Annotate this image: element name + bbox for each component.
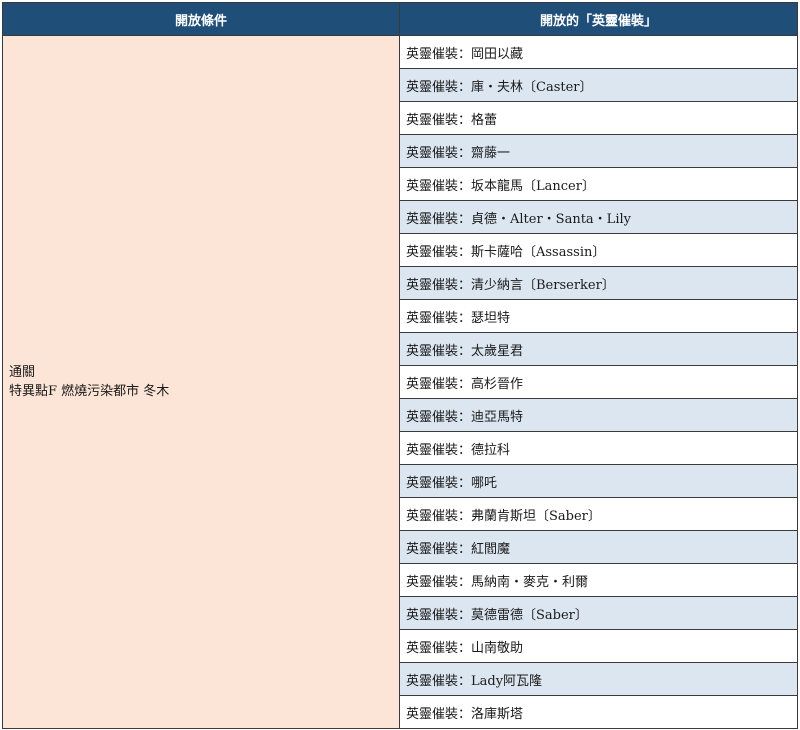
- condition-line-1: 通關: [9, 365, 36, 380]
- craft-cell: 英靈催裝：莫德雷德〔Saber〕: [399, 596, 798, 630]
- craft-cell: 英靈催裝：紅閻魔: [399, 530, 798, 564]
- craft-cell: 英靈催裝：庫・夫林〔Caster〕: [399, 68, 798, 102]
- craft-cell: 英靈催裝：哪吒: [399, 464, 798, 498]
- craft-cell: 英靈催裝：貞德・Alter・Santa・Lily: [399, 200, 798, 234]
- table-row: 通關 特異點F 燃燒污染都市 冬木 英靈催裝：岡田以藏: [2, 35, 798, 729]
- craft-cell: 英靈催裝：山南敬助: [399, 629, 798, 663]
- craft-cell: 英靈催裝：瑟坦特: [399, 299, 798, 333]
- craft-cell: 英靈催裝：太歲星君: [399, 332, 798, 366]
- craft-cell: 英靈催裝：馬納南・麥克・利爾: [399, 563, 798, 597]
- header-condition: 開放條件: [2, 2, 400, 36]
- craft-cell: 英靈催裝：德拉科: [399, 431, 798, 465]
- craft-cell: 英靈催裝：洛庫斯塔: [399, 695, 798, 729]
- craft-cell: 英靈催裝：高杉晉作: [399, 365, 798, 399]
- unlock-table-container: 開放條件 開放的「英靈催裝」 通關 特異點F 燃燒污染都市 冬木 英靈催裝：岡田…: [2, 2, 798, 729]
- craft-cell: 英靈催裝：岡田以藏: [399, 35, 798, 69]
- condition-line-2: 特異點F 燃燒污染都市 冬木: [9, 384, 170, 399]
- craft-cell: 英靈催裝：坂本龍馬〔Lancer〕: [399, 167, 798, 201]
- craft-cell: 英靈催裝：清少納言〔Berserker〕: [399, 266, 798, 300]
- craft-cell: 英靈催裝：Lady阿瓦隆: [399, 662, 798, 696]
- table-header-row: 開放條件 開放的「英靈催裝」: [2, 2, 798, 36]
- unlock-table: 開放條件 開放的「英靈催裝」 通關 特異點F 燃燒污染都市 冬木 英靈催裝：岡田…: [2, 2, 798, 729]
- craft-cell: 英靈催裝：斯卡薩哈〔Assassin〕: [399, 233, 798, 267]
- craft-cell: 英靈催裝：齋藤一: [399, 134, 798, 168]
- header-unlocked: 開放的「英靈催裝」: [399, 2, 798, 36]
- craft-cell: 英靈催裝：迪亞馬特: [399, 398, 798, 432]
- craft-cell: 英靈催裝：弗蘭肯斯坦〔Saber〕: [399, 497, 798, 531]
- craft-cell: 英靈催裝：格蕾: [399, 101, 798, 135]
- condition-cell: 通關 特異點F 燃燒污染都市 冬木: [2, 35, 400, 729]
